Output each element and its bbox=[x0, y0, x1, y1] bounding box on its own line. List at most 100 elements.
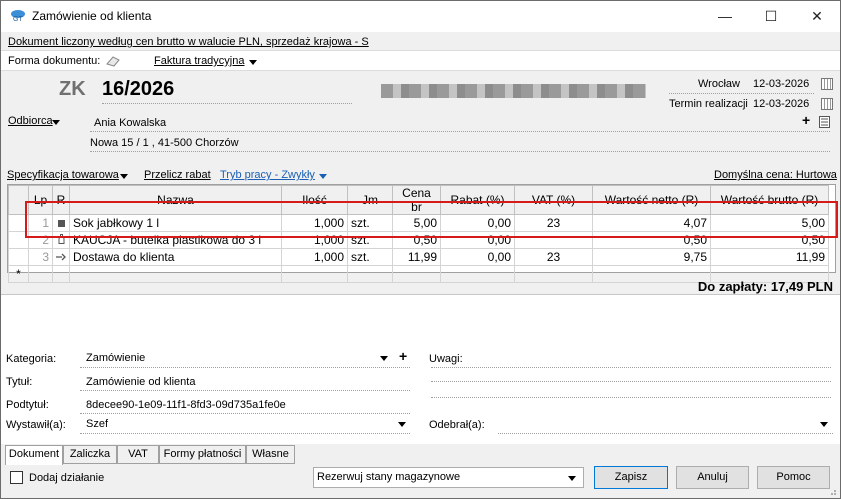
title-bar: GT Zamówienie od klienta — ☐ ✕ bbox=[1, 1, 840, 32]
odbiorca-name[interactable]: Ania Kowalska bbox=[94, 117, 166, 129]
tab-dokument[interactable]: Dokument bbox=[5, 445, 63, 465]
new-row-marker[interactable]: * bbox=[8, 265, 29, 283]
uwagi-line[interactable] bbox=[431, 381, 831, 382]
odbiorca-underline bbox=[90, 131, 830, 132]
document-number[interactable]: 16/2026 bbox=[102, 78, 174, 101]
empty-cell[interactable] bbox=[52, 265, 70, 283]
netto-cell[interactable]: 9,75 bbox=[592, 248, 711, 266]
number-underline bbox=[102, 103, 352, 104]
document-prefix: ZK bbox=[59, 78, 86, 100]
chevron-down-icon[interactable] bbox=[120, 174, 128, 179]
pomoc-button[interactable]: Pomoc bbox=[757, 466, 830, 489]
chevron-down-icon[interactable] bbox=[249, 60, 257, 65]
dodaj-dzialanie-checkbox[interactable] bbox=[10, 471, 23, 484]
chevron-down-icon[interactable] bbox=[820, 422, 828, 427]
wystawil-underline bbox=[80, 433, 410, 434]
svg-text:GT: GT bbox=[13, 16, 23, 23]
rabat-cell[interactable]: 0,00 bbox=[440, 248, 515, 266]
cena-cell[interactable]: 11,99 bbox=[392, 248, 441, 266]
empty-cell[interactable] bbox=[281, 265, 348, 283]
add-odbiorca-icon[interactable]: + bbox=[802, 112, 810, 128]
app-logo-icon: GT bbox=[11, 10, 25, 23]
empty-cell[interactable] bbox=[514, 265, 593, 283]
row-marker[interactable] bbox=[8, 248, 29, 266]
termin-date[interactable]: 12-03-2026 bbox=[753, 98, 809, 110]
tytul-underline bbox=[80, 390, 410, 391]
redacted-block bbox=[381, 84, 646, 98]
podtytul-field[interactable]: 8decee90-1e09-11f1-8fd3-09d735a1fe0e bbox=[86, 399, 286, 411]
resize-grip-icon[interactable] bbox=[827, 486, 837, 496]
empty-cell[interactable] bbox=[392, 265, 441, 283]
wystawil-label: Wystawił(a): bbox=[6, 419, 66, 431]
close-button[interactable]: ✕ bbox=[794, 1, 840, 32]
chevron-down-icon[interactable] bbox=[398, 422, 406, 427]
zapisz-button[interactable]: Zapisz bbox=[594, 466, 668, 489]
tab-vat[interactable]: VAT bbox=[117, 445, 159, 464]
podtytul-underline bbox=[80, 413, 410, 414]
przelicz-rabat-link[interactable]: Przelicz rabat bbox=[144, 169, 211, 181]
podtytul-label: Podtytuł: bbox=[6, 399, 49, 411]
main-window: GT Zamówienie od klienta — ☐ ✕ Dokument … bbox=[0, 0, 841, 499]
empty-cell[interactable] bbox=[69, 265, 282, 283]
jm-cell[interactable]: szt. bbox=[347, 248, 393, 266]
empty-cell[interactable] bbox=[592, 265, 711, 283]
anuluj-button[interactable]: Anuluj bbox=[676, 466, 749, 489]
specyfikacja-dropdown[interactable]: Specyfikacja towarowa bbox=[7, 169, 119, 181]
tab-zaliczka[interactable]: Zaliczka bbox=[63, 445, 117, 464]
lp-cell: 3 bbox=[28, 248, 53, 266]
tab-wlasne[interactable]: Własne bbox=[246, 445, 295, 464]
vat-cell[interactable]: 23 bbox=[514, 248, 593, 266]
brutto-cell[interactable]: 11,99 bbox=[710, 248, 829, 266]
odebral-label: Odebrał(a): bbox=[429, 419, 485, 431]
kategoria-underline bbox=[80, 367, 410, 368]
chevron-down-icon[interactable] bbox=[52, 120, 60, 125]
window-title: Zamówienie od klienta bbox=[32, 9, 152, 23]
issue-date[interactable]: 12-03-2026 bbox=[753, 78, 809, 90]
date-underline bbox=[669, 93, 814, 94]
empty-cell[interactable] bbox=[440, 265, 515, 283]
table-row[interactable]: 3 Dostawa do klienta 1,000 szt. 11,99 0,… bbox=[8, 248, 829, 266]
maximize-button[interactable]: ☐ bbox=[748, 1, 794, 32]
chevron-down-icon[interactable] bbox=[380, 356, 388, 361]
uwagi-label: Uwagi: bbox=[429, 353, 463, 365]
service-icon bbox=[52, 248, 70, 266]
empty-cell[interactable] bbox=[28, 265, 53, 283]
rezerwuj-select[interactable]: Rezerwuj stany magazynowe bbox=[313, 467, 584, 488]
rezerwuj-value: Rezerwuj stany magazynowe bbox=[317, 471, 461, 483]
forma-label: Forma dokumentu: bbox=[8, 55, 101, 67]
kategoria-select[interactable]: Zamówienie bbox=[86, 352, 145, 364]
tytul-field[interactable]: Zamówienie od klienta bbox=[86, 376, 195, 388]
details-icon[interactable] bbox=[819, 116, 830, 128]
tryb-pracy-dropdown[interactable]: Tryb pracy - Zwykły bbox=[220, 169, 315, 181]
uwagi-line[interactable] bbox=[431, 367, 831, 368]
chevron-down-icon[interactable] bbox=[568, 476, 576, 481]
uwagi-line[interactable] bbox=[431, 397, 831, 398]
address-underline bbox=[90, 151, 830, 152]
tab-formy-platnosci[interactable]: Formy płatności bbox=[159, 445, 246, 464]
eraser-icon[interactable] bbox=[105, 55, 121, 67]
dodaj-dzialanie-label[interactable]: Dodaj działanie bbox=[29, 472, 104, 484]
empty-cell[interactable] bbox=[347, 265, 393, 283]
calendar-icon[interactable] bbox=[821, 98, 833, 110]
minimize-button[interactable]: — bbox=[702, 1, 748, 32]
odbiorca-address[interactable]: Nowa 15 / 1 , 41-500 Chorzów bbox=[90, 137, 239, 149]
forma-dropdown[interactable]: Faktura tradycyjna bbox=[154, 55, 244, 67]
forma-dokumentu-row: Forma dokumentu: Faktura tradycyjna bbox=[1, 50, 840, 71]
termin-label: Termin realizacji bbox=[669, 98, 748, 110]
add-kategoria-icon[interactable]: + bbox=[399, 348, 407, 364]
highlight-box bbox=[25, 201, 838, 238]
chevron-down-icon[interactable] bbox=[319, 174, 327, 179]
kategoria-label: Kategoria: bbox=[6, 353, 57, 365]
tytul-label: Tytuł: bbox=[6, 376, 33, 388]
ilosc-cell[interactable]: 1,000 bbox=[281, 248, 348, 266]
odebral-underline[interactable] bbox=[498, 433, 833, 434]
domyslna-cena-link[interactable]: Domyślna cena: Hurtowa bbox=[714, 169, 837, 181]
nazwa-cell[interactable]: Dostawa do klienta bbox=[69, 248, 282, 266]
document-info-link[interactable]: Dokument liczony według cen brutto w wal… bbox=[8, 36, 369, 48]
wystawil-select[interactable]: Szef bbox=[86, 418, 108, 430]
total-amount: Do zapłaty: 17,49 PLN bbox=[697, 279, 833, 294]
place-label: Wrocław bbox=[698, 78, 740, 90]
calendar-icon[interactable] bbox=[821, 78, 833, 90]
odbiorca-dropdown[interactable]: Odbiorca bbox=[8, 115, 53, 127]
document-fields-panel bbox=[1, 294, 840, 444]
